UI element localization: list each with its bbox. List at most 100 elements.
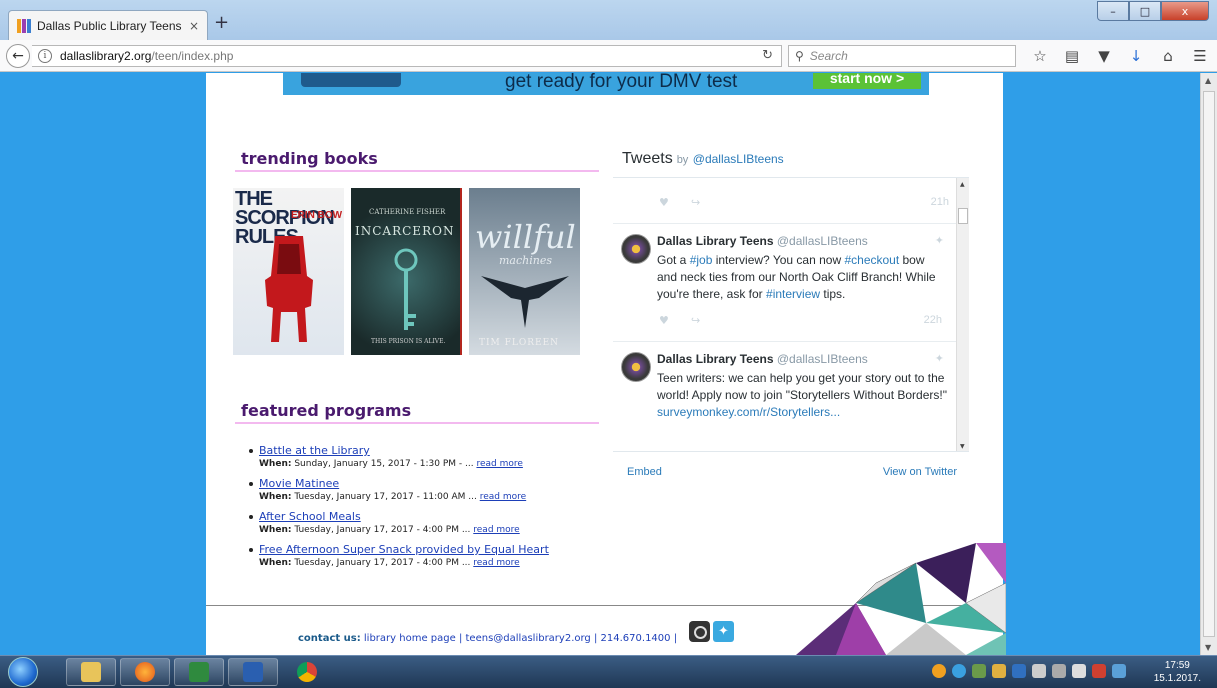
tray-app-icon[interactable] bbox=[1032, 664, 1046, 678]
when-label: When: bbox=[259, 492, 292, 502]
tweet-time[interactable]: 21h bbox=[931, 196, 949, 208]
taskbar-clock[interactable]: 17:59 15.1.2017. bbox=[1154, 659, 1201, 685]
contact-label: contact us: bbox=[298, 633, 361, 644]
twitter-timeline[interactable]: ♥ ↪ 21h ✦ Dallas Library Teens @dallasLI… bbox=[613, 177, 969, 452]
book-tagline: THIS PRISON IS ALIVE. bbox=[371, 338, 446, 345]
excel-icon[interactable] bbox=[174, 658, 224, 686]
back-arrow-icon[interactable]: ← bbox=[6, 44, 30, 68]
tweet[interactable]: ✦ Dallas Library Teens @dallasLIBteens G… bbox=[613, 223, 956, 341]
download-icon[interactable]: ↓ bbox=[1126, 46, 1146, 66]
program-date: Tuesday, January 17, 2017 - 4:00 PM ... bbox=[294, 525, 474, 535]
site-info-icon[interactable]: i bbox=[38, 49, 52, 63]
program-link[interactable]: Free Afternoon Super Snack provided by E… bbox=[259, 542, 609, 557]
separator: | bbox=[458, 633, 463, 644]
scroll-thumb[interactable] bbox=[1203, 91, 1215, 637]
browser-tab[interactable]: Dallas Public Library Teens ... × bbox=[8, 10, 208, 40]
minimize-button[interactable]: – bbox=[1097, 1, 1129, 21]
menu-icon[interactable]: ☰ bbox=[1190, 46, 1210, 66]
star-icon[interactable]: ☆ bbox=[1030, 46, 1050, 66]
scroll-down-icon[interactable]: ▼ bbox=[1205, 643, 1211, 652]
reading-list-icon[interactable]: ▤ bbox=[1062, 46, 1082, 66]
program-when: When: Tuesday, January 17, 2017 - 11:00 … bbox=[259, 491, 609, 504]
word-icon[interactable] bbox=[228, 658, 278, 686]
book-cover-scorpion-rules[interactable]: THE SCORPION RULES ERIN BOW bbox=[233, 188, 344, 355]
program-link[interactable]: Battle at the Library bbox=[259, 443, 609, 458]
tray-app-icon[interactable] bbox=[972, 664, 986, 678]
tweet-text: Got a #job interview? You can now #check… bbox=[657, 252, 947, 303]
tray-app-icon[interactable] bbox=[932, 664, 946, 678]
heart-icon[interactable]: ♥ bbox=[659, 196, 669, 209]
book-title: INCARCERON bbox=[355, 224, 455, 238]
url-path: /teen/index.php bbox=[151, 49, 234, 63]
page-content: get ready for your DMV test start now > … bbox=[206, 73, 1006, 655]
page-scrollbar[interactable]: ▲ ▼ bbox=[1200, 73, 1217, 655]
separator: | bbox=[673, 633, 678, 644]
firefox-icon[interactable] bbox=[120, 658, 170, 686]
throne-illustration-icon bbox=[265, 236, 313, 342]
reload-icon[interactable]: ↻ bbox=[762, 48, 773, 63]
tweet-author[interactable]: Dallas Library Teens @dallasLIBteens bbox=[657, 352, 868, 366]
close-window-button[interactable]: x bbox=[1161, 1, 1209, 21]
email-link[interactable]: teens@dallaslibrary2.org bbox=[466, 633, 591, 644]
search-icon: ⚲ bbox=[795, 49, 804, 63]
url-bar[interactable]: i dallaslibrary2.org/teen/index.php ↻ bbox=[32, 45, 782, 67]
file-explorer-icon[interactable] bbox=[66, 658, 116, 686]
tweet[interactable]: ✦ Dallas Library Teens @dallasLIBteens T… bbox=[613, 341, 956, 451]
scroll-up-icon[interactable]: ▲ bbox=[1205, 76, 1211, 85]
pocket-icon[interactable]: ▼ bbox=[1094, 46, 1114, 66]
share-icon[interactable]: ↪ bbox=[691, 314, 700, 327]
twitter-icon[interactable]: ✦ bbox=[713, 621, 734, 642]
tweets-handle-link[interactable]: @dallasLIBteens bbox=[693, 152, 784, 166]
scroll-up-icon[interactable]: ▲ bbox=[960, 181, 965, 188]
navigation-toolbar: ← i dallaslibrary2.org/teen/index.php ↻ … bbox=[0, 40, 1217, 72]
read-more-link[interactable]: read more bbox=[473, 558, 519, 568]
maximize-button[interactable]: □ bbox=[1129, 1, 1161, 21]
view-on-twitter-link[interactable]: View on Twitter bbox=[883, 466, 957, 478]
tray-app-icon[interactable] bbox=[1012, 664, 1026, 678]
network-icon[interactable] bbox=[1052, 664, 1066, 678]
hashtag-link[interactable]: #checkout bbox=[844, 253, 899, 267]
chrome-icon[interactable] bbox=[282, 658, 332, 686]
when-label: When: bbox=[259, 558, 292, 568]
tweet-author[interactable]: Dallas Library Teens @dallasLIBteens bbox=[657, 234, 868, 248]
program-link[interactable]: Movie Matinee bbox=[259, 476, 609, 491]
tab-close-icon[interactable]: × bbox=[189, 19, 199, 33]
tray-app-icon[interactable] bbox=[952, 664, 966, 678]
tweet-link[interactable]: surveymonkey.com/r/Storytellers... bbox=[657, 405, 840, 419]
tweet-text-part: Got a bbox=[657, 253, 690, 267]
action-center-icon[interactable] bbox=[1092, 664, 1106, 678]
read-more-link[interactable]: read more bbox=[476, 459, 522, 469]
share-icon[interactable]: ↪ bbox=[691, 196, 700, 209]
tray-app-icon[interactable] bbox=[1112, 664, 1126, 678]
scroll-down-icon[interactable]: ▼ bbox=[960, 443, 965, 450]
read-more-link[interactable]: read more bbox=[480, 492, 526, 502]
tweet-time[interactable]: 22h bbox=[924, 314, 942, 326]
search-input[interactable]: ⚲ Search bbox=[788, 45, 1016, 67]
avatar[interactable] bbox=[621, 234, 651, 264]
instagram-icon[interactable] bbox=[689, 621, 710, 642]
volume-icon[interactable] bbox=[1072, 664, 1086, 678]
book-cover-incarceron[interactable]: CATHERINE FISHER INCARCERON THIS PRISON … bbox=[351, 188, 462, 355]
program-date: Tuesday, January 17, 2017 - 4:00 PM ... bbox=[294, 558, 474, 568]
heart-icon[interactable]: ♥ bbox=[659, 314, 669, 327]
tray-app-icon[interactable] bbox=[992, 664, 1006, 678]
library-home-link[interactable]: library home page bbox=[364, 633, 456, 644]
dmv-ad-banner[interactable]: get ready for your DMV test start now > bbox=[283, 73, 929, 95]
hashtag-link[interactable]: #interview bbox=[766, 287, 820, 301]
author-handle: @dallasLIBteens bbox=[776, 352, 868, 366]
new-tab-button[interactable]: + bbox=[214, 14, 229, 32]
tweet-text-part: Teen writers: we can help you get your s… bbox=[657, 371, 947, 402]
start-button-icon[interactable] bbox=[8, 657, 38, 687]
ad-start-button[interactable]: start now > bbox=[813, 73, 921, 89]
home-icon[interactable]: ⌂ bbox=[1158, 46, 1178, 66]
avatar[interactable] bbox=[621, 352, 651, 382]
embed-link[interactable]: Embed bbox=[627, 466, 662, 478]
program-link[interactable]: After School Meals bbox=[259, 509, 609, 524]
hashtag-link[interactable]: #job bbox=[690, 253, 713, 267]
program-when: When: Tuesday, January 17, 2017 - 4:00 P… bbox=[259, 524, 609, 537]
scroll-thumb[interactable] bbox=[958, 208, 968, 224]
book-cover-willful-machines[interactable]: willful machines TIM FLOREEN bbox=[469, 188, 580, 355]
tweets-scrollbar[interactable]: ▲ ▼ bbox=[956, 178, 969, 451]
read-more-link[interactable]: read more bbox=[473, 525, 519, 535]
book-author: TIM FLOREEN bbox=[479, 338, 560, 348]
